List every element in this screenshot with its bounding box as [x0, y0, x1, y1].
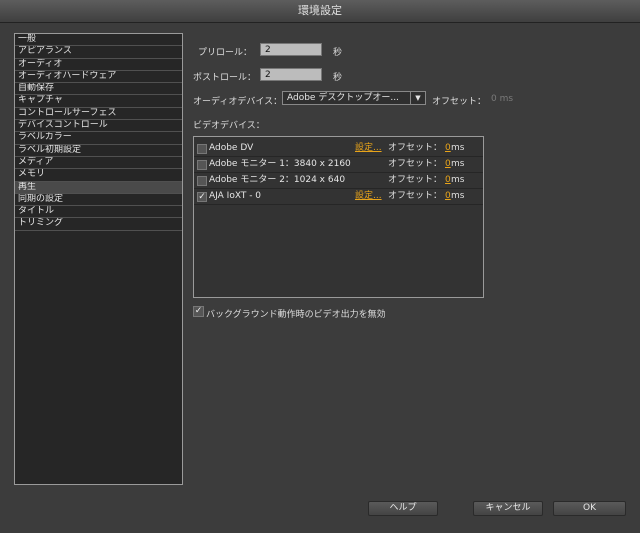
sidebar-item-trim[interactable]: トリミング — [15, 218, 182, 231]
sidebar-item-device-control[interactable]: デバイスコントロール — [15, 120, 182, 133]
device-row: Adobe モニター 1：3840 x 2160 オフセット： 0 ms — [194, 157, 483, 173]
video-device-list: Adobe DV 設定... オフセット： 0 ms Adobe モニター 1：… — [193, 136, 484, 298]
device-checkbox[interactable] — [197, 144, 207, 154]
help-button[interactable]: ヘルプ — [368, 501, 438, 516]
audio-device-dropdown[interactable]: Adobe デスクトップオー... ▼ — [282, 91, 426, 105]
device-offset-label: オフセット： — [388, 143, 443, 153]
sidebar-item-sync-settings[interactable]: 同期の設定 — [15, 194, 182, 207]
chevron-down-icon: ▼ — [410, 92, 425, 104]
cancel-button[interactable]: キャンセル — [473, 501, 543, 516]
device-offset-unit: ms — [451, 143, 465, 153]
device-offset-unit: ms — [451, 191, 465, 201]
sidebar-item-memory[interactable]: メモリ — [15, 169, 182, 182]
disable-background-label: バックグラウンド動作時のビデオ出力を無効 — [206, 310, 386, 320]
audio-offset-value: 0 ms — [491, 94, 514, 104]
device-name: Adobe モニター 1：3840 x 2160 — [209, 159, 351, 169]
postroll-unit: 秒 — [333, 73, 343, 83]
device-offset-unit: ms — [451, 175, 465, 185]
preroll-label: プリロール： — [198, 48, 253, 58]
preroll-input[interactable]: 2 — [260, 43, 322, 56]
preferences-window: 環境設定 一般 アピアランス オーディオ オーディオハードウェア 自動保存 キャ… — [0, 0, 640, 533]
sidebar-item-audio-hardware[interactable]: オーディオハードウェア — [15, 71, 182, 84]
ok-button[interactable]: OK — [553, 501, 626, 516]
device-offset-value[interactable]: 0 — [445, 157, 451, 172]
sidebar-item-capture[interactable]: キャプチャ — [15, 95, 182, 108]
sidebar-item-general[interactable]: 一般 — [15, 34, 182, 47]
device-name: Adobe DV — [209, 143, 254, 153]
device-offset-unit: ms — [451, 159, 465, 169]
disable-background-checkbox[interactable]: ✓ — [193, 306, 204, 317]
category-list[interactable]: 一般 アピアランス オーディオ オーディオハードウェア 自動保存 キャプチャ コ… — [14, 33, 183, 485]
device-offset-label: オフセット： — [388, 175, 443, 185]
sidebar-item-label-defaults[interactable]: ラベル初期設定 — [15, 145, 182, 157]
device-offset-value[interactable]: 0 — [445, 141, 451, 156]
device-offset-label: オフセット： — [388, 159, 443, 169]
sidebar-item-appearance[interactable]: アピアランス — [15, 46, 182, 59]
device-row: Adobe モニター 2：1024 x 640 オフセット： 0 ms — [194, 173, 483, 189]
device-settings-link[interactable]: 設定... — [355, 189, 382, 204]
device-name: Adobe モニター 2：1024 x 640 — [209, 175, 346, 185]
sidebar-item-control-surface[interactable]: コントロールサーフェス — [15, 108, 182, 121]
device-row: ✓ AJA IoXT - 0 設定... オフセット： 0 ms — [194, 189, 483, 205]
device-offset-value[interactable]: 0 — [445, 189, 451, 204]
sidebar-item-label-colors[interactable]: ラベルカラー — [15, 132, 182, 145]
sidebar-item-audio[interactable]: オーディオ — [15, 59, 182, 71]
postroll-input[interactable]: 2 — [260, 68, 322, 81]
postroll-label: ポストロール： — [193, 73, 257, 83]
device-checkbox[interactable]: ✓ — [197, 192, 207, 202]
sidebar-item-playback[interactable]: 再生 — [15, 181, 182, 194]
device-offset-value[interactable]: 0 — [445, 173, 451, 188]
sidebar-item-autosave[interactable]: 自動保存 — [15, 83, 182, 96]
device-offset-label: オフセット： — [388, 191, 443, 201]
window-title: 環境設定 — [0, 0, 640, 23]
audio-offset-label: オフセット： — [432, 97, 487, 107]
audio-device-label: オーディオデバイス： — [193, 97, 283, 107]
device-settings-link[interactable]: 設定... — [355, 141, 382, 156]
preroll-unit: 秒 — [333, 48, 343, 58]
device-checkbox[interactable] — [197, 176, 207, 186]
sidebar-item-titles[interactable]: タイトル — [15, 206, 182, 219]
audio-device-value: Adobe デスクトップオー... — [287, 93, 399, 103]
device-name: AJA IoXT - 0 — [209, 191, 262, 201]
sidebar-item-media[interactable]: メディア — [15, 157, 182, 170]
device-row: Adobe DV 設定... オフセット： 0 ms — [194, 141, 483, 157]
video-device-label: ビデオデバイス： — [193, 121, 265, 131]
device-checkbox[interactable] — [197, 160, 207, 170]
